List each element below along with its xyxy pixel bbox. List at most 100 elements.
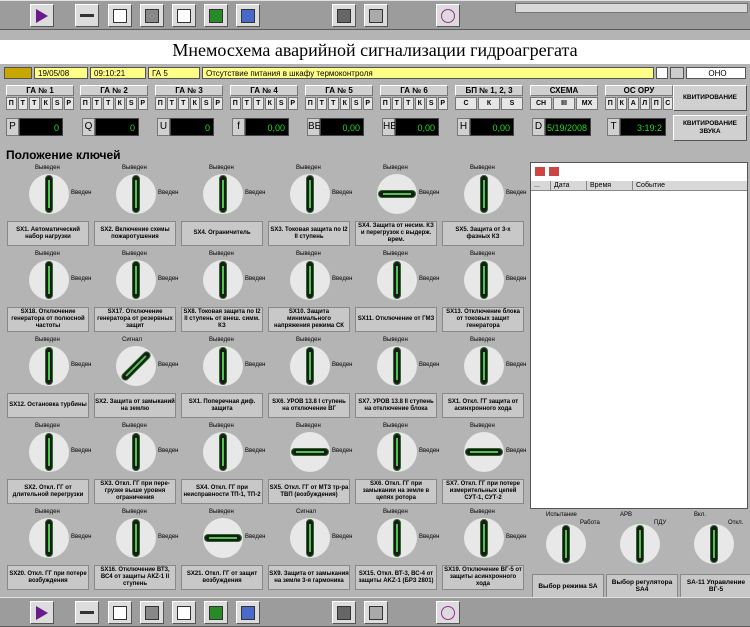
printer-icon[interactable] — [670, 67, 684, 79]
report-button[interactable] — [364, 4, 388, 27]
key-knob-icon[interactable] — [116, 174, 156, 214]
ga-state-cell[interactable]: П — [651, 97, 662, 110]
ga-state-cell[interactable]: К — [264, 97, 275, 110]
ga-state-cell[interactable]: П — [155, 97, 166, 110]
mode-selector[interactable]: Вкл. Откл. SA-11 Управление ВГ-5 — [680, 512, 750, 598]
new-doc-button[interactable] — [108, 4, 132, 27]
ga-state-cell[interactable]: Т — [391, 97, 402, 110]
ga-state-cell[interactable]: Р — [287, 97, 298, 110]
ga-state-cell[interactable]: К — [339, 97, 350, 110]
key-knob-icon[interactable] — [29, 174, 69, 214]
ga-state-cell[interactable]: Р — [212, 97, 223, 110]
key-switch[interactable]: Выведен Введен SX13. Отключение блока от т… — [440, 250, 526, 334]
ack-button[interactable]: КВИТИРОВАНИЕ — [673, 85, 747, 111]
ga-state-cell[interactable]: Т — [166, 97, 177, 110]
key-switch[interactable]: Выведен Введен SX8. Токовая защита по I2 I… — [179, 250, 265, 334]
key-knob-icon[interactable] — [203, 518, 243, 558]
key-knob-icon[interactable] — [116, 432, 156, 472]
ga-state-cell[interactable]: S — [201, 97, 212, 110]
ga-state-cell[interactable]: Т — [17, 97, 28, 110]
key-switch[interactable]: Выведен Введен SX7. УРОВ 13.8 II ступень н… — [353, 336, 439, 420]
key-button[interactable] — [75, 4, 99, 27]
key-switch[interactable]: Выведен Введен SX7. Откл. ГГ при потере из… — [440, 422, 526, 506]
ga-state-cell[interactable]: S — [126, 97, 137, 110]
key-switch[interactable]: Выведен Введен SX15. Откл. ВТ-3, ВС-4 от з… — [353, 508, 439, 592]
ga-state-cell[interactable]: К — [478, 97, 500, 110]
key-switch[interactable]: Выведен Введен SX18. Отключение генератора… — [5, 250, 91, 334]
play-button[interactable] — [30, 4, 54, 27]
ga-block[interactable]: СХЕМА СН III МХ — [530, 85, 598, 113]
key-knob-icon[interactable] — [377, 260, 417, 300]
ga-state-cell[interactable]: Т — [328, 97, 339, 110]
key-switch[interactable]: Выведен Введен SX17. Отключение генератора… — [92, 250, 178, 334]
key-switch[interactable]: Выведен Введен SX2. Включение схемы пожаро… — [92, 164, 178, 248]
key-knob-icon[interactable] — [290, 346, 330, 386]
ga-state-cell[interactable]: S — [501, 97, 523, 110]
key-button[interactable] — [75, 601, 99, 624]
ga-state-cell[interactable]: Р — [63, 97, 74, 110]
log-filter-icon[interactable] — [535, 167, 545, 176]
key-knob-icon[interactable] — [29, 260, 69, 300]
ga-state-cell[interactable]: П — [305, 97, 316, 110]
key-knob-icon[interactable] — [290, 518, 330, 558]
chart-button[interactable] — [172, 4, 196, 27]
key-knob-icon[interactable] — [377, 346, 417, 386]
ga-block[interactable]: ГА № 1ПТТКSР — [6, 85, 74, 113]
undo-button[interactable] — [436, 4, 460, 27]
ga-state-cell[interactable]: Р — [437, 97, 448, 110]
key-knob-icon[interactable] — [116, 346, 156, 386]
mode-selector[interactable]: Испытание Работа Выбор режима SA — [532, 512, 604, 598]
table-button[interactable] — [236, 601, 260, 624]
key-knob-icon[interactable] — [29, 346, 69, 386]
key-knob-icon[interactable] — [116, 518, 156, 558]
scrollbar[interactable] — [515, 3, 748, 13]
log-clear-icon[interactable] — [549, 167, 559, 176]
ga-state-cell[interactable]: Т — [403, 97, 414, 110]
key-switch[interactable]: Выведен Введен SX5. Защита от 3-х фазных К… — [440, 164, 526, 248]
key-knob-icon[interactable] — [290, 174, 330, 214]
key-knob-icon[interactable] — [464, 346, 504, 386]
key-switch[interactable]: Выведен Введен SX4. Защита от несим. КЗ и … — [353, 164, 439, 248]
key-knob-icon[interactable] — [290, 260, 330, 300]
key-switch[interactable]: Выведен Введен SX5. Откл. ГГ от МТЗ тр-ра … — [266, 422, 352, 506]
key-switch[interactable]: Выведен Введен SX3. Откл. ГГ при пере-груз… — [92, 422, 178, 506]
ga-state-cell[interactable]: Т — [178, 97, 189, 110]
key-switch[interactable]: Выведен Введен SX3. Токовая защита по I2 I… — [266, 164, 352, 248]
ga-block[interactable]: ГА № 5ПТТКSР — [305, 85, 373, 113]
ga-state-cell[interactable]: Р — [137, 97, 148, 110]
ga-block[interactable]: ГА № 6ПТТКSР — [380, 85, 448, 113]
excel-button[interactable] — [204, 601, 228, 624]
report-button[interactable] — [364, 601, 388, 624]
ga-block[interactable]: ГА № 2ПТТКSР — [80, 85, 148, 113]
ga-block[interactable]: БП № 1, 2, 3СКS — [455, 85, 523, 113]
ga-state-cell[interactable]: К — [189, 97, 200, 110]
key-switch[interactable]: Выведен Введен SX12. Остановка турбины — [5, 336, 91, 420]
ga-state-cell[interactable]: Т — [91, 97, 102, 110]
print-button[interactable] — [140, 4, 164, 27]
key-knob-icon[interactable] — [203, 174, 243, 214]
key-switch[interactable]: Выведен Введен SX21. Откл. ГГ от защит воз… — [179, 508, 265, 592]
key-switch[interactable]: Выведен Введен SX10. Защита минимального н… — [266, 250, 352, 334]
chart-button[interactable] — [172, 601, 196, 624]
key-knob-icon[interactable] — [203, 346, 243, 386]
ga-state-cell[interactable]: П — [80, 97, 91, 110]
ga-state-cell[interactable]: К — [414, 97, 425, 110]
key-switch[interactable]: Выведен Введен SX2. Откл. ГГ от длительной… — [5, 422, 91, 506]
key-knob-icon[interactable] — [203, 432, 243, 472]
table-button[interactable] — [236, 4, 260, 27]
key-knob-icon[interactable] — [203, 260, 243, 300]
ga-state-cell[interactable]: S — [52, 97, 63, 110]
ga-state-cell[interactable]: К — [616, 97, 627, 110]
key-knob-icon[interactable] — [464, 518, 504, 558]
key-switch[interactable]: Сигнал Введен SX9. Защита от замыкания на … — [266, 508, 352, 592]
ga-state-cell[interactable]: К — [40, 97, 51, 110]
mode-selector[interactable]: АРВ ПДУ Выбор регулятора SA4 — [606, 512, 678, 598]
key-switch[interactable]: Выведен Введен SX1. Автоматический набор н… — [5, 164, 91, 248]
ga-state-cell[interactable]: К — [114, 97, 125, 110]
new-doc-button[interactable] — [108, 601, 132, 624]
ga-block[interactable]: ГА № 4ПТТКSР — [230, 85, 298, 113]
event-log[interactable]: ... Дата Время Событие — [530, 162, 748, 509]
ga-state-cell[interactable]: Т — [103, 97, 114, 110]
selector-knob-icon[interactable] — [620, 524, 660, 564]
key-switch[interactable]: Выведен Введен SX4. Откл. ГГ при неисправн… — [179, 422, 265, 506]
